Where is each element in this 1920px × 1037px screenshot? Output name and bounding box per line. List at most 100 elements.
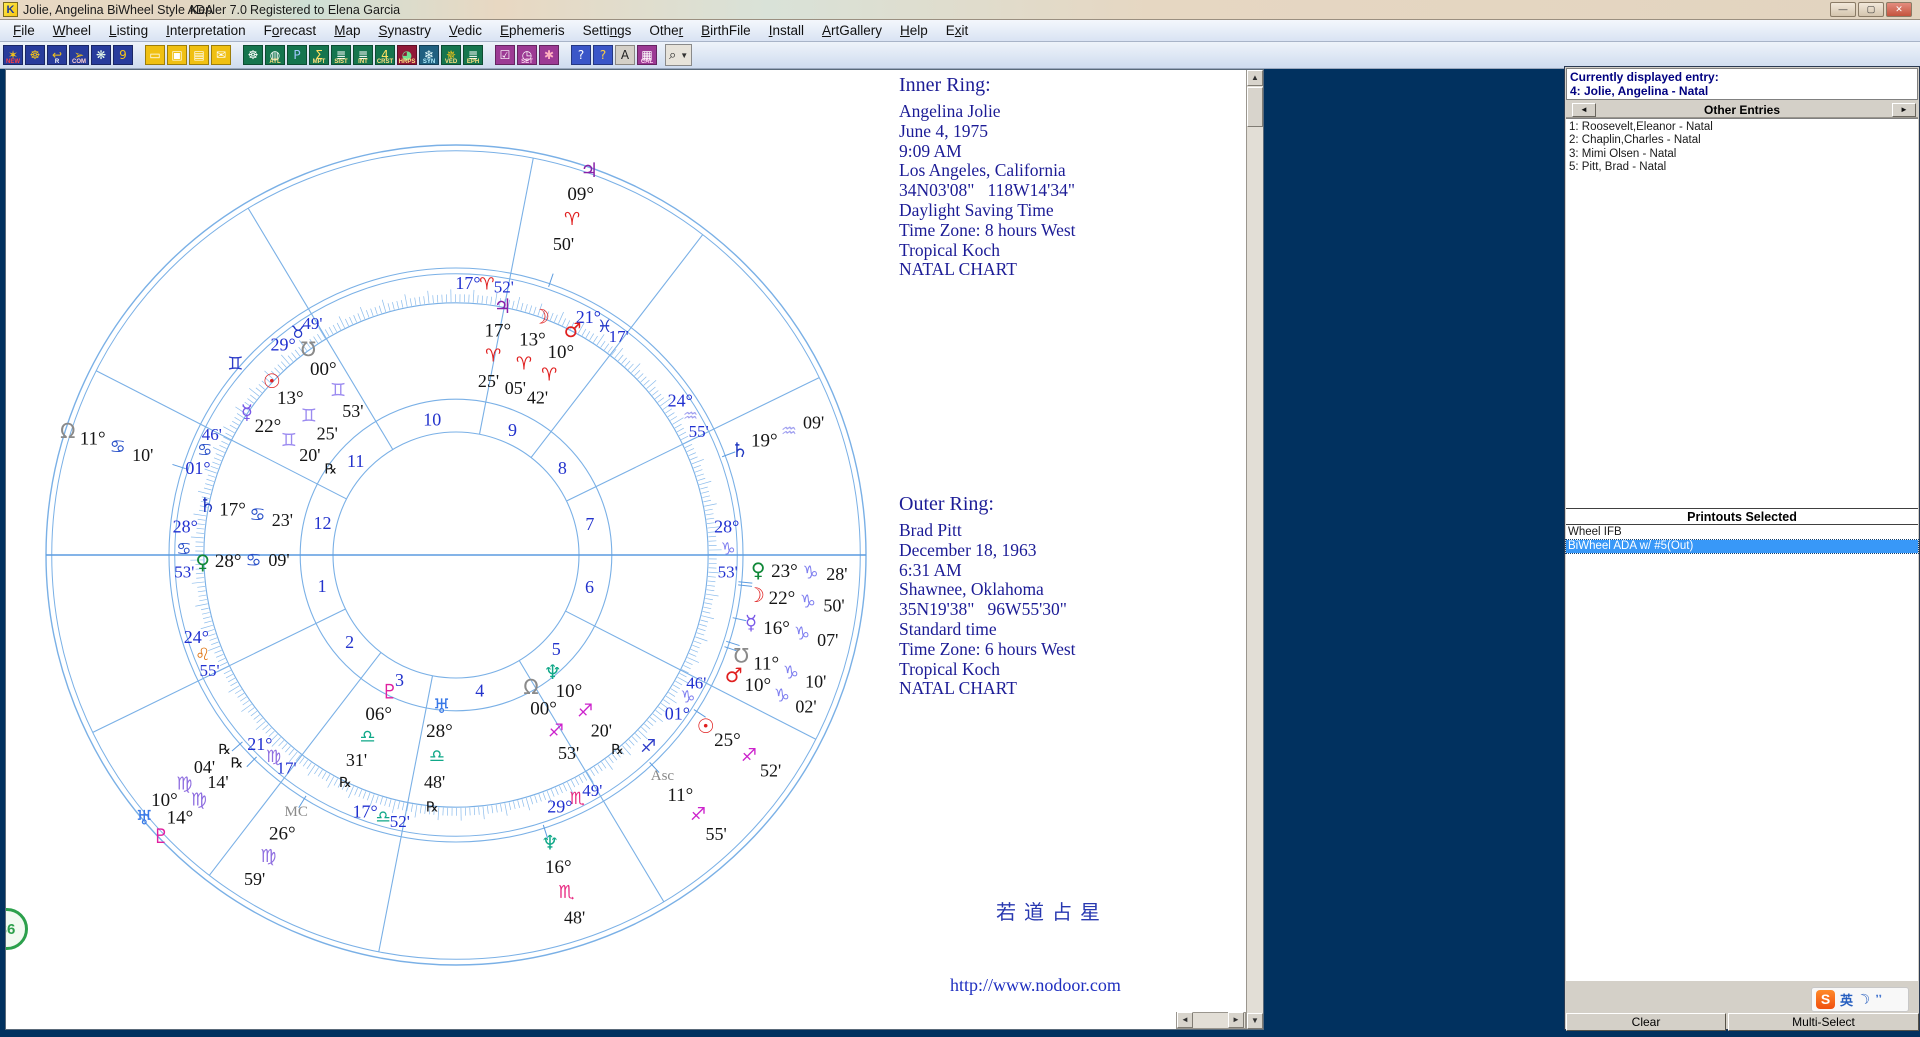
ime-tool-icon[interactable]: ❜❜ bbox=[1876, 994, 1882, 1005]
scroll-right-arrow[interactable]: ► bbox=[1228, 1012, 1244, 1028]
degree-tick bbox=[197, 586, 205, 587]
map-globe-icon[interactable]: ◕HRPS bbox=[397, 45, 417, 65]
menu-item-install[interactable]: Install bbox=[760, 21, 813, 40]
degree-tick bbox=[571, 780, 575, 787]
checkbox-icon[interactable]: ☑ bbox=[495, 45, 515, 65]
outer-planet-pluto: 14° bbox=[167, 808, 194, 829]
degree-tick bbox=[197, 524, 205, 525]
menu-item-ephemeris[interactable]: Ephemeris bbox=[491, 21, 574, 40]
nine-wheel-icon[interactable]: 9 bbox=[113, 45, 133, 65]
ime-language-toggle[interactable]: 英 bbox=[1840, 990, 1853, 1009]
house-number-10: 10 bbox=[423, 410, 441, 430]
compare-wheel-icon[interactable]: ➢COM bbox=[69, 45, 89, 65]
scrollbar-thumb[interactable] bbox=[1247, 87, 1263, 127]
degree-tick bbox=[695, 637, 707, 641]
listing-icon[interactable]: ≣SIST bbox=[331, 45, 351, 65]
vertical-scrollbar[interactable]: ▲ ▼ bbox=[1246, 70, 1263, 1029]
clock-icon[interactable]: ◷SET bbox=[517, 45, 537, 65]
info-line: Time Zone: 6 hours West bbox=[899, 640, 1076, 660]
degree-tick bbox=[685, 444, 692, 447]
clear-button[interactable]: Clear bbox=[1566, 1013, 1726, 1031]
burst-chart-icon[interactable]: ❋ bbox=[91, 45, 111, 65]
degree-tick bbox=[638, 373, 644, 378]
multi-select-button[interactable]: Multi-Select bbox=[1728, 1013, 1919, 1031]
menu-item-forecast[interactable]: Forecast bbox=[255, 21, 326, 40]
entries-scroll-right-button[interactable]: ► bbox=[1892, 103, 1916, 117]
scroll-down-arrow[interactable]: ▼ bbox=[1247, 1013, 1263, 1029]
page-p-icon[interactable]: P bbox=[287, 45, 307, 65]
window-new-icon[interactable]: ▭ bbox=[145, 45, 165, 65]
degree-tick bbox=[307, 763, 311, 769]
close-button[interactable]: ✕ bbox=[1886, 2, 1912, 17]
help2-icon[interactable]: ? bbox=[593, 45, 613, 65]
new-wheel-icon[interactable]: ✶NEW bbox=[3, 45, 23, 65]
minimize-button[interactable]: — bbox=[1830, 2, 1856, 17]
menu-item-other[interactable]: Other bbox=[640, 21, 692, 40]
green-wheel-icon[interactable]: ☸ bbox=[243, 45, 263, 65]
calculator-icon[interactable]: ▦CAL bbox=[637, 45, 657, 65]
degree-tick bbox=[221, 441, 228, 444]
entry-list-item[interactable]: 5: Pitt, Brad - Natal bbox=[1569, 161, 1915, 174]
menu-item-interpretation[interactable]: Interpretation bbox=[157, 21, 255, 40]
current-entry-value: 4: Jolie, Angelina - Natal bbox=[1570, 84, 1914, 98]
entry-list-item[interactable]: 2: Chaplin,Charles - Natal bbox=[1569, 134, 1915, 147]
atlas-wheel-icon[interactable]: ◍ATL bbox=[265, 45, 285, 65]
degree-tick bbox=[647, 721, 653, 726]
ime-moon-icon[interactable]: ☽ bbox=[1855, 990, 1873, 1010]
menu-item-wheel[interactable]: Wheel bbox=[44, 21, 100, 40]
sogou-input-icon[interactable]: S bbox=[1816, 990, 1835, 1009]
menu-item-vedic[interactable]: Vedic bbox=[440, 21, 491, 40]
wheel-pointer-icon[interactable]: ☸ bbox=[25, 45, 45, 65]
degree-tick bbox=[213, 447, 225, 452]
app-version: Kepler 7.0 bbox=[190, 3, 247, 17]
zoom-dropdown-arrow[interactable]: ▼ bbox=[680, 51, 688, 60]
degree-tick bbox=[559, 786, 562, 793]
email-icon[interactable]: ✉ bbox=[211, 45, 231, 65]
degree-tick bbox=[671, 689, 678, 693]
snowflake-icon[interactable]: ❄SYN bbox=[419, 45, 439, 65]
help-icon[interactable]: ? bbox=[571, 45, 591, 65]
degree-tick bbox=[191, 537, 204, 538]
scroll-up-arrow[interactable]: ▲ bbox=[1247, 70, 1263, 86]
inner-planet-south-node: 00° bbox=[310, 359, 337, 380]
entry-list-item[interactable]: 1: Roosevelt,Eleanor - Natal bbox=[1569, 121, 1915, 134]
scroll-left-arrow[interactable]: ◄ bbox=[1177, 1012, 1193, 1028]
printout-item[interactable]: Wheel IFB bbox=[1566, 526, 1918, 540]
om-icon[interactable]: ✵VED bbox=[441, 45, 461, 65]
menu-item-birthfile[interactable]: BirthFile bbox=[692, 21, 760, 40]
window-title: Jolie, Angelina BiWheel Style ADA bbox=[23, 3, 213, 17]
four-arrow-icon[interactable]: 4CRST bbox=[375, 45, 395, 65]
horizontal-scrollbar[interactable]: ◄ ► bbox=[1176, 1012, 1246, 1029]
listing2-icon[interactable]: ≣INT bbox=[353, 45, 373, 65]
font-a-icon[interactable]: A bbox=[615, 45, 635, 65]
art-palette-icon[interactable]: ✱ bbox=[539, 45, 559, 65]
menu-item-synastry[interactable]: Synastry bbox=[369, 21, 440, 40]
window-save-icon[interactable]: ▣ bbox=[167, 45, 187, 65]
menu-item-listing[interactable]: Listing bbox=[100, 21, 157, 40]
cusp-label-12: 46' bbox=[202, 425, 222, 444]
printout-item[interactable]: BiWheel ADA w/ #5(Out) bbox=[1566, 540, 1918, 554]
degree-tick bbox=[684, 665, 691, 668]
moon-sigma-icon[interactable]: ΣMPT bbox=[309, 45, 329, 65]
outer-planet-neptune: ♆ bbox=[541, 831, 559, 855]
menu-item-file[interactable]: File bbox=[4, 21, 44, 40]
degree-tick bbox=[518, 800, 520, 808]
degree-tick bbox=[650, 717, 656, 722]
entry-list-item[interactable]: 3: Mimi Olsen - Natal bbox=[1569, 148, 1915, 161]
degree-tick bbox=[382, 300, 386, 312]
menu-item-help[interactable]: Help bbox=[891, 21, 937, 40]
maximize-button[interactable]: ▢ bbox=[1858, 2, 1884, 17]
menu-item-artgallery[interactable]: ArtGallery bbox=[813, 21, 891, 40]
menu-item-exit[interactable]: Exit bbox=[937, 21, 978, 40]
listing3-icon[interactable]: ≣EPH bbox=[463, 45, 483, 65]
ime-language-bar[interactable]: S 英 ☽ ❜❜ bbox=[1811, 987, 1909, 1012]
menu-item-settings[interactable]: Settings bbox=[574, 21, 641, 40]
menu-item-map[interactable]: Map bbox=[325, 21, 369, 40]
degree-tick bbox=[530, 797, 532, 804]
inner-planet-north-node: Ω bbox=[523, 675, 538, 699]
page-copy-icon[interactable]: ▤ bbox=[189, 45, 209, 65]
degree-tick bbox=[555, 788, 558, 795]
zoom-magnifier-button[interactable]: ⌕▼ bbox=[665, 44, 692, 66]
return-arrow-icon[interactable]: ↩R bbox=[47, 45, 67, 65]
outer-planet-uranus: ℞ bbox=[218, 742, 231, 758]
